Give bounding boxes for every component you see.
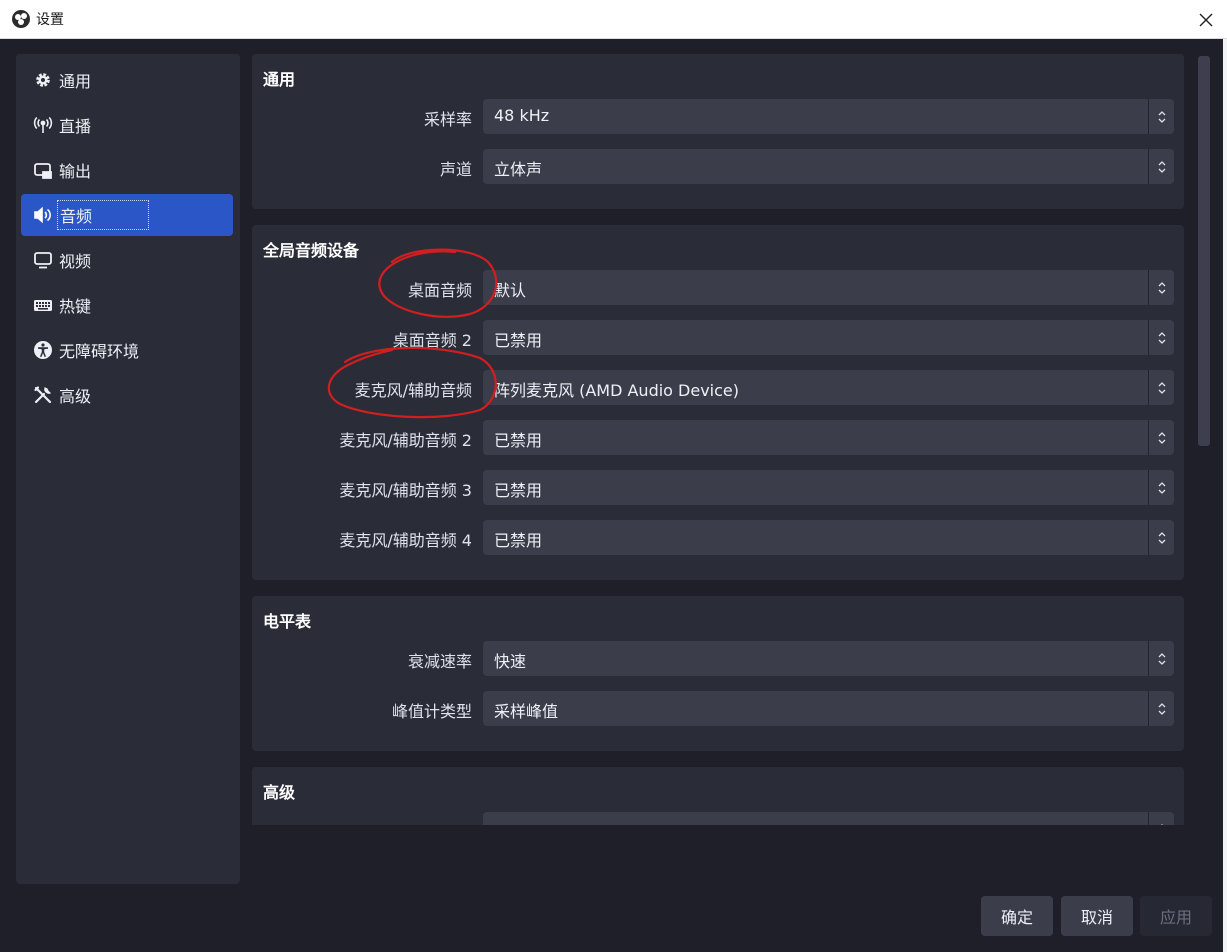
select-value: 采样峰值 <box>494 702 559 721</box>
mic-aux-audio-select[interactable]: 阵列麦克风 (AMD Audio Device) <box>483 370 1174 405</box>
group-meters: 电平表 衰减速率 快速 峰值计类型 采样峰值 <box>252 596 1184 751</box>
group-title: 电平表 <box>263 612 312 631</box>
updown-chevron-icon <box>1148 270 1174 305</box>
title-bar: 设置 <box>0 0 1227 39</box>
channels-select[interactable]: 立体声 <box>483 149 1174 184</box>
antenna-icon <box>33 115 53 135</box>
updown-chevron-icon <box>1148 812 1174 825</box>
vertical-scrollbar[interactable] <box>1196 54 1213 825</box>
updown-chevron-icon <box>1148 420 1174 455</box>
updown-chevron-icon <box>1148 470 1174 505</box>
scrollbar-thumb[interactable] <box>1198 56 1210 446</box>
sidebar-item-video[interactable]: 视频 <box>21 239 233 281</box>
speaker-icon <box>33 205 53 225</box>
sidebar-item-label: 热键 <box>59 297 92 316</box>
group-title: 全局音频设备 <box>263 241 360 260</box>
tools-icon <box>33 385 53 405</box>
gear-icon <box>33 70 53 90</box>
updown-chevron-icon <box>1148 149 1174 184</box>
sidebar-item-accessibility[interactable]: 无障碍环境 <box>21 329 233 371</box>
sidebar-item-stream[interactable]: 直播 <box>21 104 233 146</box>
row-label-sample-rate: 采样率 <box>423 110 472 129</box>
select-value: 已禁用 <box>494 431 543 450</box>
group-title: 通用 <box>263 70 296 89</box>
row-label-desktop-audio: 桌面音频 <box>407 281 472 300</box>
window-edge <box>1223 39 1227 952</box>
keyboard-icon <box>33 295 53 315</box>
sidebar-item-label: 通用 <box>59 72 92 91</box>
select-value: 默认 <box>494 281 527 300</box>
sidebar-item-output[interactable]: 输出 <box>21 149 233 191</box>
cancel-button[interactable]: 取消 <box>1061 896 1133 936</box>
row-label-peak-meter-type: 峰值计类型 <box>391 702 472 721</box>
settings-sidebar: 通用 直播 输出 音频 视频 热键 无障碍环境 高级 <box>16 54 240 884</box>
close-button[interactable] <box>1191 5 1221 35</box>
group-general: 通用 采样率 48 kHz 声道 立体声 <box>252 54 1184 209</box>
obs-logo-icon <box>12 10 30 28</box>
row-label-mic-aux-audio-3: 麦克风/辅助音频 3 <box>339 481 472 500</box>
accessibility-icon <box>33 340 53 360</box>
select-value: 已禁用 <box>494 531 543 550</box>
sidebar-item-general[interactable]: 通用 <box>21 59 233 101</box>
desktop-audio-select[interactable]: 默认 <box>483 270 1174 305</box>
desktop-audio-2-select[interactable]: 已禁用 <box>483 320 1174 355</box>
row-label-mic-aux-audio-2: 麦克风/辅助音频 2 <box>339 431 472 450</box>
row-label-channels: 声道 <box>439 160 472 179</box>
output-icon <box>33 160 53 180</box>
close-icon <box>1199 13 1213 27</box>
updown-chevron-icon <box>1148 520 1174 555</box>
updown-chevron-icon <box>1148 641 1174 676</box>
select-value: 立体声 <box>494 160 543 179</box>
row-label-decay-rate: 衰减速率 <box>407 652 472 671</box>
updown-chevron-icon <box>1148 691 1174 726</box>
sidebar-item-label: 音频 <box>57 200 150 230</box>
mic-aux-audio-2-select[interactable]: 已禁用 <box>483 420 1174 455</box>
mic-aux-audio-4-select[interactable]: 已禁用 <box>483 520 1174 555</box>
sidebar-item-audio[interactable]: 音频 <box>21 194 233 236</box>
group-title: 高级 <box>263 783 296 802</box>
sample-rate-select[interactable]: 48 kHz <box>483 99 1174 134</box>
monitor-icon <box>33 250 53 270</box>
peak-meter-type-select[interactable]: 采样峰值 <box>483 691 1174 726</box>
sidebar-item-hotkeys[interactable]: 热键 <box>21 284 233 326</box>
mic-aux-audio-3-select[interactable]: 已禁用 <box>483 470 1174 505</box>
group-global-audio-devices: 全局音频设备 桌面音频 默认 桌面音频 2 已禁用 麦克风/辅助音频 阵列麦克风… <box>252 225 1184 580</box>
monitoring-device-select[interactable] <box>483 812 1174 825</box>
updown-chevron-icon <box>1148 320 1174 355</box>
row-label-mic-aux-audio-4: 麦克风/辅助音频 4 <box>339 531 472 550</box>
select-value: 已禁用 <box>494 481 543 500</box>
group-advanced: 高级 <box>252 767 1184 825</box>
select-value: 已禁用 <box>494 331 543 350</box>
updown-chevron-icon <box>1148 370 1174 405</box>
settings-content-area: 通用 采样率 48 kHz 声道 立体声 全局音频设备 桌面音频 默认 桌面音频… <box>252 54 1186 825</box>
updown-chevron-icon <box>1148 99 1174 134</box>
apply-button[interactable]: 应用 <box>1140 896 1212 936</box>
row-label-desktop-audio-2: 桌面音频 2 <box>392 331 472 350</box>
sidebar-item-label: 高级 <box>59 387 92 406</box>
sidebar-item-label: 视频 <box>59 252 92 271</box>
row-label-mic-aux-audio: 麦克风/辅助音频 <box>354 381 472 400</box>
decay-rate-select[interactable]: 快速 <box>483 641 1174 676</box>
select-value: 阵列麦克风 (AMD Audio Device) <box>494 381 740 400</box>
sidebar-item-advanced[interactable]: 高级 <box>21 374 233 416</box>
select-value: 48 kHz <box>494 106 550 125</box>
ok-button[interactable]: 确定 <box>981 896 1053 936</box>
sidebar-item-label: 无障碍环境 <box>59 342 140 361</box>
sidebar-item-label: 输出 <box>59 162 92 181</box>
select-value: 快速 <box>494 652 527 671</box>
sidebar-item-label: 直播 <box>59 117 92 136</box>
window-title: 设置 <box>36 12 64 28</box>
